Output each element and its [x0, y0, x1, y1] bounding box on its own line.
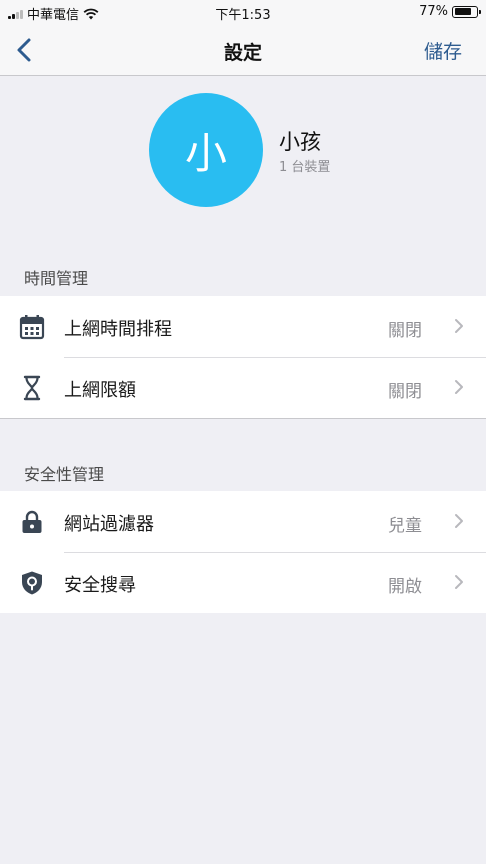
time-management-group: 上網時間排程 關閉 上網限額 關閉 — [0, 296, 486, 419]
status-right: 77% — [419, 4, 481, 19]
section-header-security-management: 安全性管理 — [24, 465, 105, 484]
battery-level — [454, 8, 471, 15]
page-title: 設定 — [223, 42, 262, 64]
row-internet-schedule[interactable]: 上網時間排程 關閉 — [0, 296, 486, 357]
status-time: 下午1:53 — [215, 8, 271, 23]
security-management-group: 網站過濾器 兒童 安全搜尋 開啟 — [0, 491, 486, 613]
row-label: 上網限額 — [64, 380, 136, 401]
row-label: 上網時間排程 — [64, 319, 172, 340]
row-safe-search[interactable]: 安全搜尋 開啟 — [0, 552, 486, 613]
lock-icon — [22, 510, 42, 533]
device-count: 1 台裝置 — [279, 160, 331, 175]
chevron-right-icon — [455, 319, 463, 333]
profile-header: 小 小孩 1 台裝置 — [0, 76, 486, 240]
hourglass-icon — [23, 375, 41, 401]
row-value: 關閉 — [388, 321, 422, 341]
navigation-bar: 設定 儲存 — [0, 24, 486, 76]
row-value: 開啟 — [388, 577, 422, 597]
section-header-time-management: 時間管理 — [24, 269, 89, 288]
row-value: 兒童 — [388, 516, 422, 536]
battery-percent: 77% — [419, 4, 448, 19]
chevron-right-icon — [455, 514, 463, 528]
row-label: 網站過濾器 — [64, 514, 154, 535]
calendar-icon — [19, 315, 45, 340]
battery-cap — [479, 9, 481, 14]
row-web-filter[interactable]: 網站過濾器 兒童 — [0, 491, 486, 552]
avatar[interactable]: 小 — [149, 93, 263, 207]
row-value: 關閉 — [388, 382, 422, 402]
row-internet-quota[interactable]: 上網限額 關閉 — [0, 357, 486, 418]
battery-icon — [452, 5, 481, 18]
profile-name: 小孩 — [279, 130, 321, 154]
status-bar: 中華電信 下午1:53 77% — [0, 0, 486, 24]
save-button[interactable]: 儲存 — [424, 37, 462, 64]
shield-search-icon — [22, 571, 42, 595]
chevron-right-icon — [455, 575, 463, 589]
chevron-right-icon — [455, 380, 463, 394]
row-label: 安全搜尋 — [64, 575, 136, 596]
